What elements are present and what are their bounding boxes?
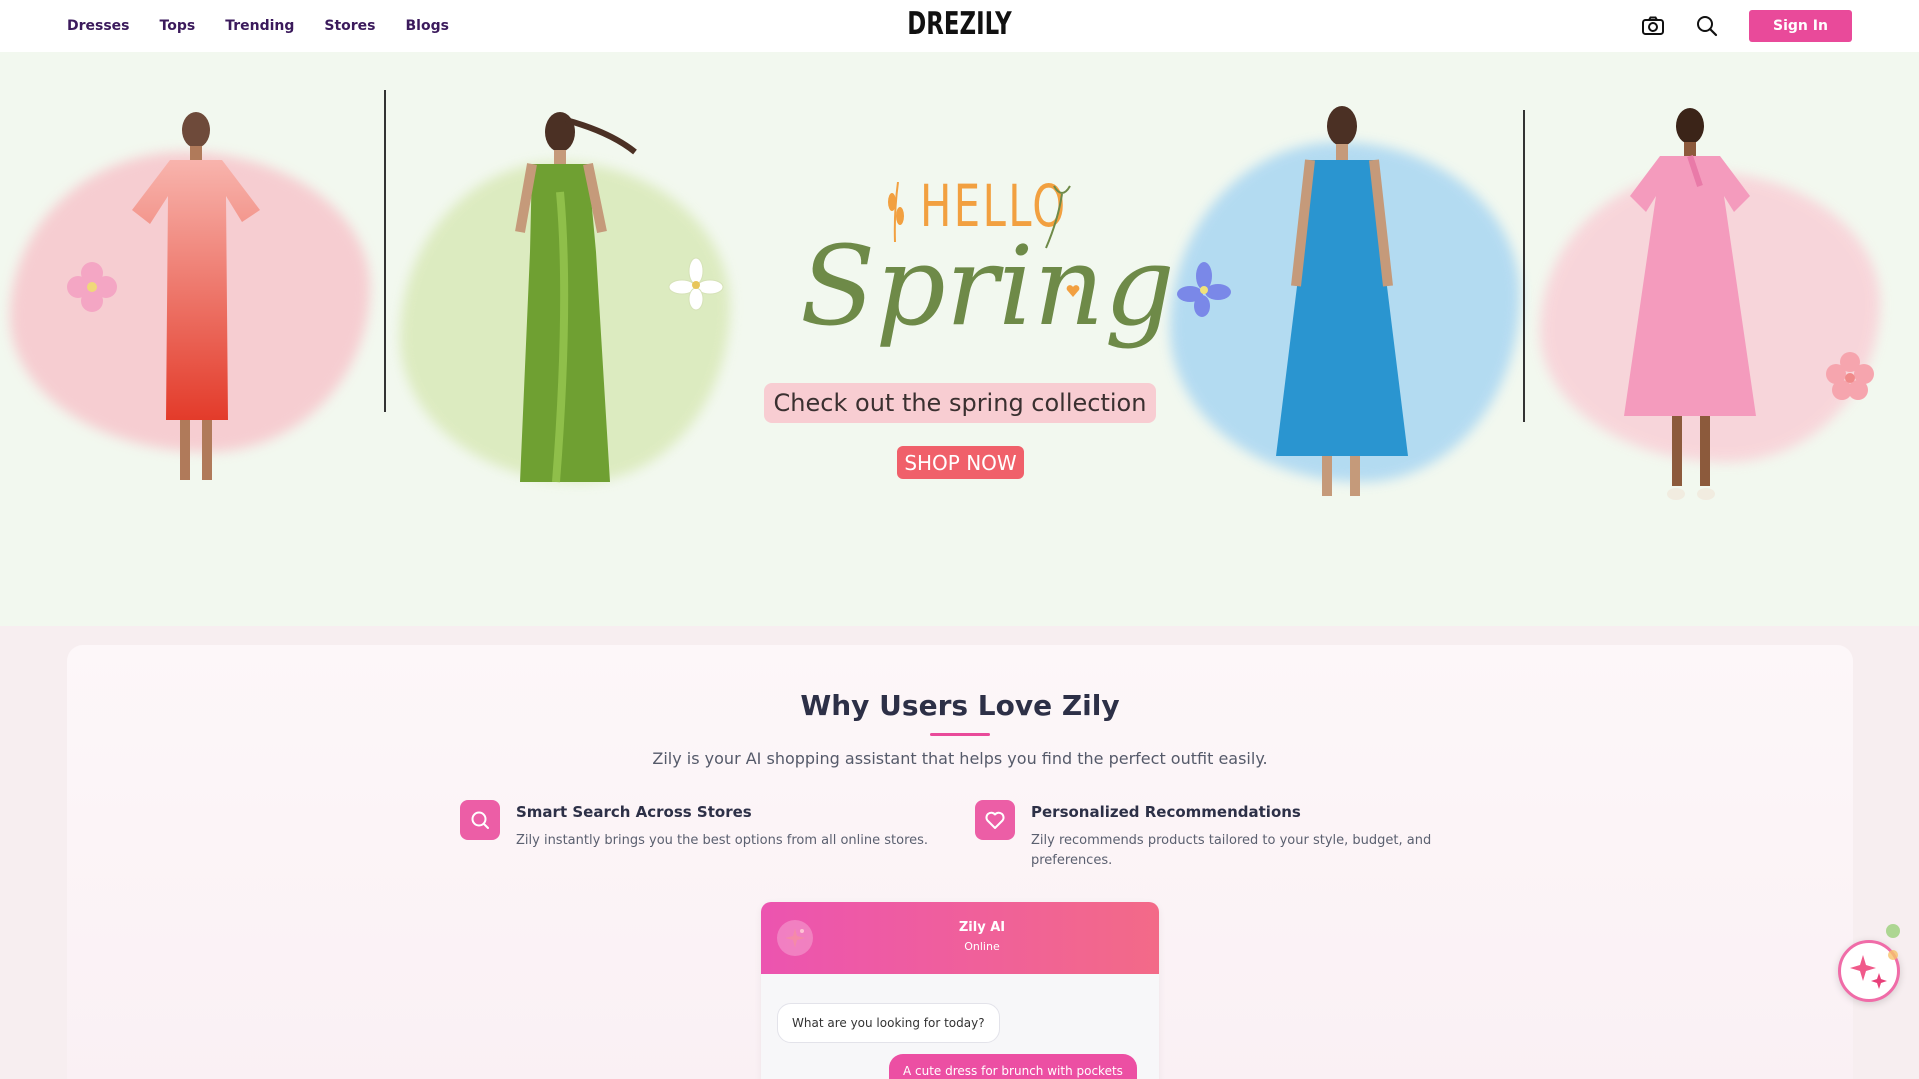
- nav-tops[interactable]: Tops: [160, 18, 196, 34]
- nav-blogs[interactable]: Blogs: [406, 18, 449, 34]
- spring-script-heading: Spring: [800, 222, 1175, 350]
- collection-tagline: Check out the spring collection: [764, 383, 1156, 423]
- feature-title: Smart Search Across Stores: [516, 803, 752, 821]
- status-indicator: [1888, 950, 1898, 960]
- main-nav: Dresses Tops Trending Stores Blogs: [67, 0, 449, 52]
- feature-description: Zily instantly brings you the best optio…: [516, 833, 929, 848]
- white-lily-image: [668, 257, 724, 318]
- site-header: Dresses Tops Trending Stores Blogs DREZI…: [0, 0, 1919, 52]
- chat-header: Zily AI Online: [761, 902, 1159, 974]
- blue-flower-image: [1176, 262, 1232, 323]
- nav-trending[interactable]: Trending: [225, 18, 294, 34]
- model-coral-dress-image: [110, 100, 280, 505]
- bot-message: What are you looking for today?: [777, 1003, 1000, 1043]
- model-green-gown-image: [470, 102, 660, 517]
- sign-in-button[interactable]: Sign In: [1749, 10, 1852, 42]
- section-subtitle: Zily is your AI shopping assistant that …: [652, 749, 1268, 768]
- feature-description: Zily recommends products tailored to you…: [1031, 833, 1432, 868]
- feature-title: Personalized Recommendations: [1031, 803, 1301, 821]
- nav-stores[interactable]: Stores: [324, 18, 375, 34]
- chat-bot-name: Zily AI: [958, 920, 1006, 935]
- heart-icon: [975, 800, 1015, 840]
- hero-banner[interactable]: HELLO Spring Check out the spring collec…: [0, 52, 1919, 626]
- title-underline: [930, 733, 990, 736]
- nav-dresses[interactable]: Dresses: [67, 18, 130, 34]
- chat-status: Online: [964, 940, 1000, 953]
- pink-flower-image: [62, 257, 122, 322]
- model-pink-dress-image: [1600, 96, 1780, 521]
- user-message: A cute dress for brunch with pockets: [889, 1054, 1137, 1079]
- status-indicator: [1886, 924, 1900, 938]
- camera-icon[interactable]: [1640, 13, 1666, 39]
- divider-line: [384, 90, 386, 412]
- search-icon: [460, 800, 500, 840]
- divider-line: [1523, 110, 1525, 422]
- pink-blossom-image: [1822, 348, 1878, 409]
- search-icon[interactable]: [1694, 13, 1720, 39]
- shop-now-button[interactable]: SHOP NOW: [897, 446, 1024, 479]
- section-title: Why Users Love Zily: [800, 689, 1120, 722]
- zily-chat-preview: Zily AI Online What are you looking for …: [761, 902, 1159, 1079]
- model-blue-dress-image: [1256, 96, 1426, 511]
